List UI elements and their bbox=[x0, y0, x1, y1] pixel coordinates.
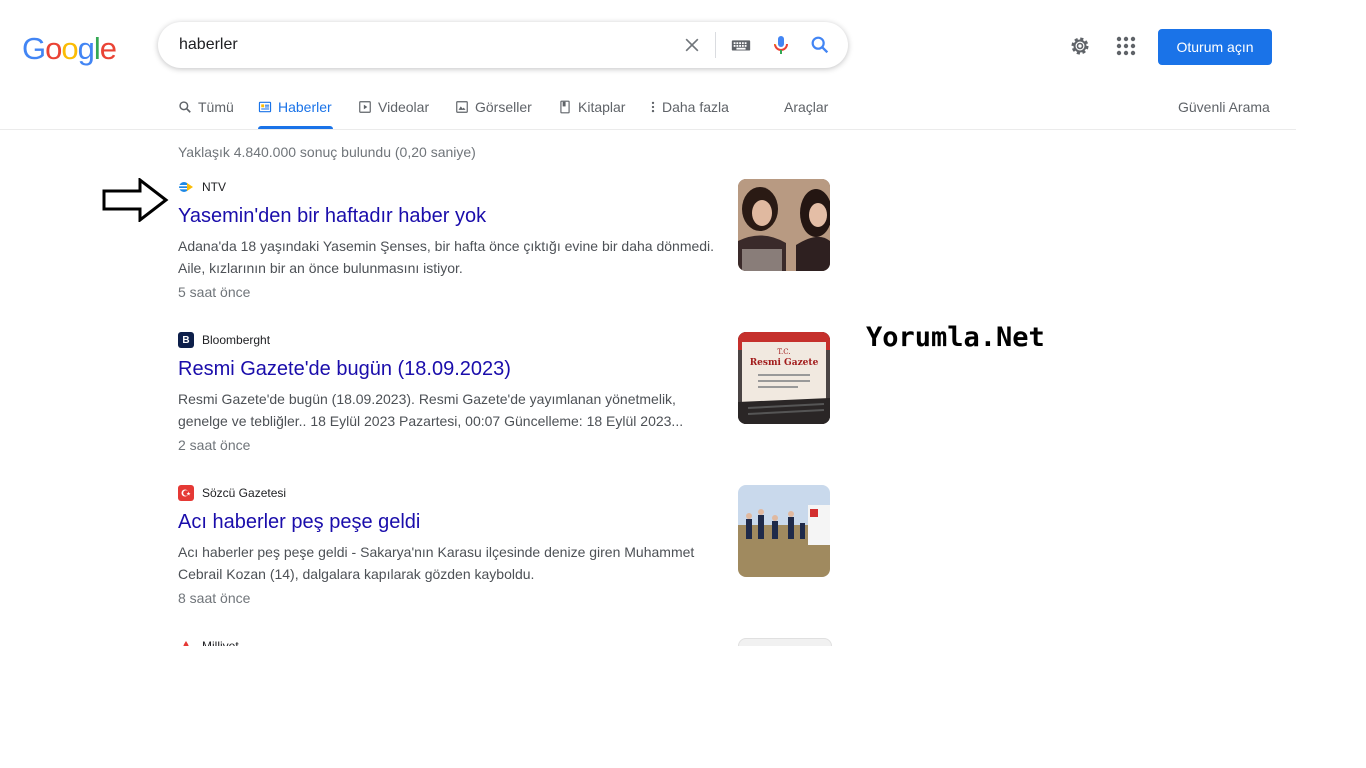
arrow-right-outline-icon bbox=[102, 176, 170, 227]
apps-grid-icon[interactable] bbox=[1115, 35, 1137, 57]
result-thumbnail[interactable] bbox=[738, 179, 830, 271]
sign-in-button[interactable]: Oturum açın bbox=[1158, 29, 1272, 65]
tab-label: Tümü bbox=[198, 99, 234, 115]
result-snippet: Acı haberler peş peşe geldi - Sakarya'nı… bbox=[178, 544, 695, 582]
keyboard-icon[interactable] bbox=[729, 33, 753, 57]
search-icon bbox=[179, 101, 191, 113]
result-time: 2 saat önce bbox=[178, 437, 251, 453]
video-icon bbox=[359, 101, 371, 113]
page-fade bbox=[150, 646, 950, 768]
image-icon bbox=[456, 101, 468, 113]
result-thumbnail[interactable]: T.C. Resmi Gazete bbox=[738, 332, 830, 424]
close-icon[interactable] bbox=[680, 33, 704, 57]
result-time: 5 saat önce bbox=[178, 284, 251, 300]
tab-all[interactable]: Tümü bbox=[178, 98, 234, 116]
logo-letter: o bbox=[61, 31, 78, 66]
result-time: 8 saat önce bbox=[178, 590, 251, 606]
favicon-letter: B bbox=[182, 334, 190, 346]
header-divider bbox=[0, 129, 1296, 130]
tab-label: Haberler bbox=[278, 99, 332, 115]
tab-label: Görseller bbox=[475, 99, 532, 115]
search-box[interactable]: haberler bbox=[158, 22, 848, 68]
source-name: Bloomberght bbox=[202, 333, 271, 347]
search-icon[interactable] bbox=[808, 33, 832, 57]
thumb-caption: Resmi Gazete bbox=[749, 358, 819, 368]
book-icon bbox=[560, 100, 570, 114]
tab-images[interactable]: Görseller bbox=[455, 98, 532, 116]
result-stats: Yaklaşık 4.840.000 sonuç bulundu (0,20 s… bbox=[178, 144, 476, 160]
source-name: Sözcü Gazetesi bbox=[202, 486, 287, 500]
tab-books[interactable]: Kitaplar bbox=[558, 98, 625, 116]
bloomberght-favicon: B bbox=[178, 332, 194, 348]
source-name: NTV bbox=[202, 180, 226, 194]
google-logo[interactable]: Google bbox=[22, 31, 117, 67]
safesearch-button[interactable]: Güvenli Arama bbox=[1178, 98, 1270, 116]
tab-news[interactable]: Haberler bbox=[258, 98, 332, 116]
logo-letter: g bbox=[77, 31, 95, 66]
gear-icon[interactable] bbox=[1068, 34, 1092, 58]
result-thumbnail[interactable] bbox=[738, 485, 830, 577]
search-divider bbox=[715, 32, 716, 58]
tools-button[interactable]: Araçlar bbox=[784, 98, 828, 116]
logo-letter: e bbox=[99, 31, 117, 66]
tab-label: Kitaplar bbox=[578, 99, 626, 115]
search-input[interactable]: haberler bbox=[179, 36, 238, 54]
mic-icon[interactable] bbox=[769, 33, 793, 57]
thumb-caption: T.C. bbox=[777, 348, 791, 356]
tab-label: Videolar bbox=[378, 99, 430, 115]
watermark: Yorumla.Net bbox=[866, 322, 1045, 353]
logo-letter: G bbox=[22, 31, 46, 66]
result-snippet: Adana'da 18 yaşındaki Yasemin Şenses, bi… bbox=[178, 238, 715, 276]
more-vert-icon bbox=[651, 101, 655, 113]
sozcu-favicon bbox=[178, 485, 194, 501]
tab-videos[interactable]: Videolar bbox=[358, 98, 429, 116]
news-icon bbox=[258, 101, 272, 113]
tab-label: Daha fazla bbox=[662, 99, 729, 115]
tab-more[interactable]: Daha fazla bbox=[650, 98, 729, 116]
result-snippet: Resmi Gazete'de bugün (18.09.2023). Resm… bbox=[178, 391, 684, 429]
logo-letter: o bbox=[45, 31, 62, 66]
ntv-favicon bbox=[178, 179, 194, 195]
